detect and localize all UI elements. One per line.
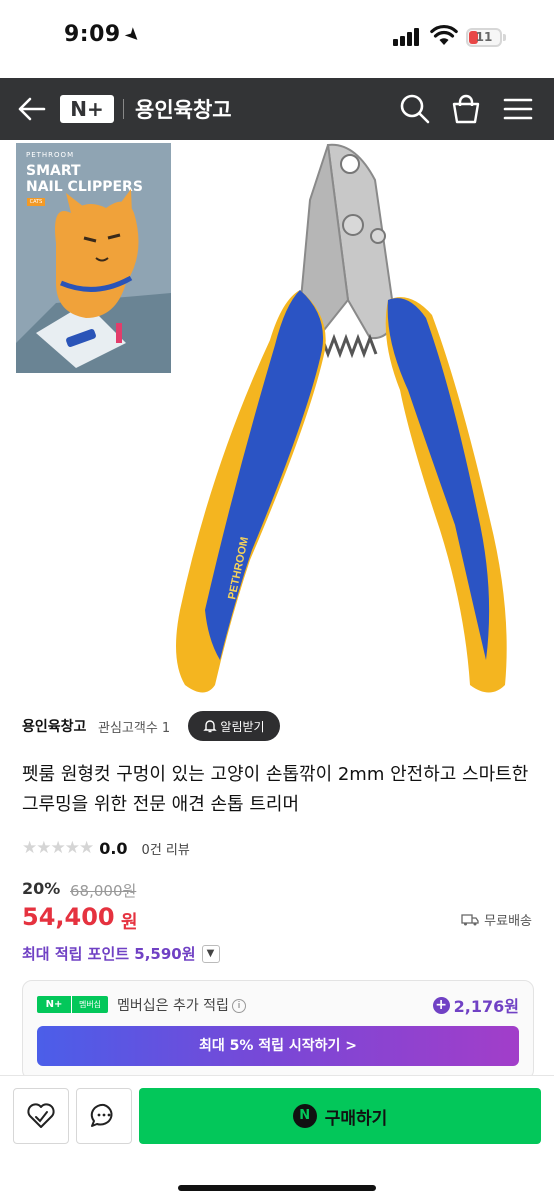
logo-divider bbox=[123, 99, 124, 119]
price-unit: 원 bbox=[121, 912, 138, 933]
back-arrow-icon[interactable] bbox=[16, 94, 48, 124]
rating-value: 0.0 bbox=[99, 838, 128, 858]
cart-bag-icon[interactable] bbox=[449, 92, 483, 126]
heart-check-icon bbox=[27, 1103, 55, 1128]
cat-illustration bbox=[16, 189, 171, 373]
buy-button[interactable]: N 구매하기 bbox=[139, 1088, 541, 1144]
plus-circle-icon: + bbox=[432, 996, 450, 1014]
wishlist-button[interactable] bbox=[13, 1088, 69, 1144]
app-header: N+ 용인육창고 bbox=[0, 78, 554, 140]
battery-level: 11 bbox=[475, 30, 493, 44]
cellular-signal-icon bbox=[393, 28, 423, 46]
rating-row[interactable]: ★★★★★ 0.0 0건 리뷰 bbox=[22, 838, 190, 858]
location-arrow-icon: ➤ bbox=[119, 22, 146, 49]
review-count[interactable]: 0건 리뷰 bbox=[142, 839, 190, 858]
buy-label: 구매하기 bbox=[324, 1108, 388, 1129]
menu-icon[interactable] bbox=[501, 92, 535, 126]
info-icon[interactable]: i bbox=[231, 999, 246, 1013]
chat-button[interactable] bbox=[76, 1088, 132, 1144]
truck-icon bbox=[461, 914, 479, 926]
follower-count: 관심고객수 1 bbox=[98, 721, 171, 736]
notify-button[interactable]: 알림받기 bbox=[188, 711, 280, 741]
membership-text: 멤버십은 추가 적립 i bbox=[117, 995, 246, 1015]
search-icon[interactable] bbox=[398, 92, 432, 126]
seller-name[interactable]: 용인육창고 bbox=[22, 716, 86, 736]
max-points-row[interactable]: 최대 적립 포인트 5,590원 ▼ bbox=[22, 943, 220, 964]
membership-points: + 2,176원 bbox=[432, 993, 519, 1017]
product-title: 펫룸 원형컷 구멍이 있는 고양이 손톱깎이 2mm 안전하고 스마트한 그루밍… bbox=[22, 764, 529, 815]
naver-n-icon: N bbox=[292, 1104, 317, 1128]
product-thumbnail[interactable]: PETHROOM SMART NAIL CLIPPERS CATS bbox=[16, 143, 171, 373]
max-points-label: 최대 적립 포인트 5,590원 bbox=[22, 945, 196, 963]
status-time: 9:09➤ bbox=[64, 22, 146, 49]
star-rating-icons: ★★★★★ bbox=[22, 838, 94, 858]
store-name[interactable]: 용인육창고 bbox=[135, 94, 232, 124]
chevron-down-icon[interactable]: ▼ bbox=[201, 944, 220, 963]
product-main-image[interactable]: PETHROOM bbox=[160, 140, 520, 700]
notify-label: 알림받기 bbox=[220, 719, 265, 734]
wifi-icon bbox=[430, 24, 458, 45]
naver-plus-membership-badge: N+ 멤버십 bbox=[37, 996, 108, 1013]
naver-plus-logo[interactable]: N+ bbox=[60, 95, 114, 123]
membership-start-button[interactable]: 최대 5% 적립 시작하기 > bbox=[37, 1026, 519, 1066]
shipping-label: 무료배송 bbox=[484, 914, 532, 929]
bottom-action-bar: N 구매하기 bbox=[0, 1075, 554, 1200]
membership-box: N+ 멤버십 멤버십은 추가 적립 i + 2,176원 최대 5% 적립 시작하… bbox=[22, 980, 534, 1080]
status-bar: 9:09➤ 11 bbox=[0, 0, 554, 78]
chat-bubble-icon bbox=[90, 1103, 113, 1127]
original-price: 68,000원 bbox=[70, 882, 137, 900]
bell-plus-icon bbox=[203, 720, 218, 733]
shipping-info: 무료배송 bbox=[461, 910, 532, 929]
discount-rate: 20% bbox=[22, 879, 61, 898]
battery-icon: 11 bbox=[466, 28, 502, 47]
sale-price: 54,400 bbox=[22, 903, 115, 931]
home-indicator[interactable] bbox=[178, 1185, 376, 1191]
